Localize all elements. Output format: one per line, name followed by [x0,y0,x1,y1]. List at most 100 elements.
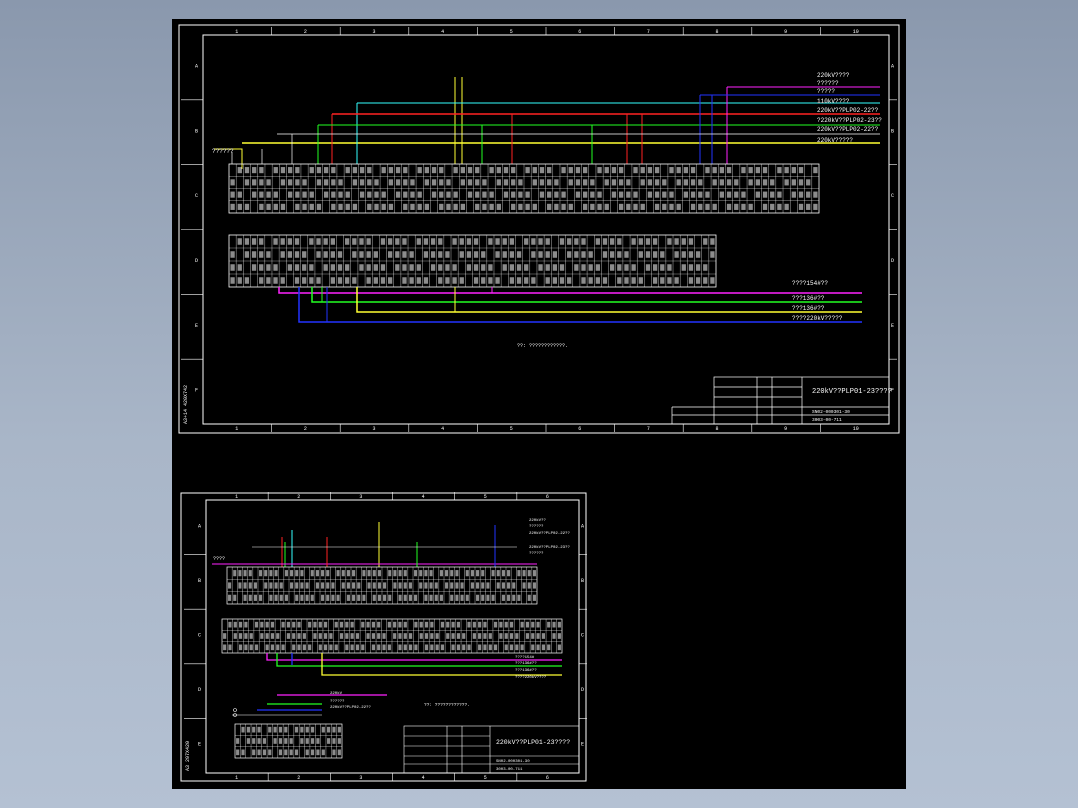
column-tick: 4 [422,494,425,500]
row-tick: C [891,193,894,199]
row-tick: B [581,578,584,584]
sheet2-title-block: 220kV??PLP01-23???? SN02-000301-30 3003-… [403,725,580,774]
bus-label: ????220kV???? [515,675,547,680]
legend-label: ?????? [529,525,544,529]
column-tick: 4 [422,775,425,781]
column-tick: 3 [373,29,376,35]
sheet1-title-block: 220kV??PLP01-23???? SN02-000301-30 3003-… [671,376,892,425]
sheet2-terminal-strip-small [234,723,343,759]
row-tick: A [891,63,894,69]
column-tick: 5 [510,29,513,35]
sheet1-side-label: A3+14 420X742 [183,385,189,424]
column-tick: 4 [441,426,444,432]
row-tick: E [198,742,201,748]
legend-label: ?????? [817,80,839,87]
legend-label: 220kV??PLP02-22?? [529,531,570,536]
bus-label: ???136#?? [515,662,537,666]
sheet1-legend: 220kV??????????????? 110kV???? 220kV??PLP0… [817,72,882,144]
column-tick: 3 [359,775,362,781]
sheet1-terminal-strip-upper [228,163,820,214]
sheet1-outer-frame [178,24,900,434]
sheet2-code1: SN02-000301-30 [496,760,530,764]
row-tick: F [195,388,198,394]
row-tick: D [195,258,198,264]
legend-label: ?????? [330,700,345,704]
bus-label: ????220kV????? [792,315,843,322]
column-tick: 6 [578,426,581,432]
column-tick: 9 [784,426,787,432]
sheet2-left-label: ???? [213,556,225,562]
column-tick: 1 [235,426,238,432]
sheet1-title: 220kV??PLP01-23???? [812,388,892,396]
sheet2-terminal-strip-lower [221,618,563,654]
legend-label: 220kV [330,691,343,696]
magenta-bus [278,287,862,294]
row-tick: A [581,523,584,529]
row-tick: C [195,193,198,199]
column-tick: 2 [304,29,307,35]
sheet1-code2: 3003-00-711 [812,417,842,423]
sheet1-inner-frame [202,34,890,425]
sheet2-small-legend-labels: 220kV??????220kV??PLP02-22?? [330,691,371,710]
column-tick: 2 [297,775,300,781]
legend-label: 220kV??PLP02-23?? [529,545,570,550]
bus-label: ???136#?? [792,305,825,312]
legend-label: ?220kV??PLP02-23?? [817,117,882,124]
green-bus [311,287,862,303]
legend-label: 220kV?? [529,518,546,523]
legend-label: ?????? [529,552,544,556]
column-tick: 8 [716,426,719,432]
row-tick: C [198,633,201,639]
bus-label: ???136#?? [515,669,537,673]
legend-label: 220kV????? [817,137,853,144]
row-tick: B [891,128,894,134]
row-tick: B [198,578,201,584]
column-tick: 3 [359,494,362,500]
column-tick: 1 [235,29,238,35]
sheet2-note: ??: ????????????. [424,702,470,708]
sheet1-wiring [214,77,880,169]
column-tick: 6 [546,494,549,500]
column-tick: 9 [784,29,787,35]
column-tick: 7 [647,29,650,35]
legend-label: 220kV??PLP02-22?? [330,705,371,710]
column-tick: 10 [853,29,859,35]
sheet2-title: 220kV??PLP01-23???? [496,739,570,746]
sheet1: 1122334455667788991010 A AB BC CD DE EF F A3+1… [178,24,900,434]
cad-viewport[interactable]: 1 1 2 2 3 3 4 4 5 5 6 6 7 7 8 8 9 9 10 10 AABBCCDDEEFF A3+1… [172,19,906,789]
column-tick: 5 [484,494,487,500]
column-tick: 1 [235,494,238,500]
legend-label: 110kV???? [817,98,850,105]
bus-label: ????154#?? [792,280,828,287]
column-tick: 2 [304,426,307,432]
sheet1-left-label: ?????? [212,148,234,155]
column-tick: 1 [235,775,238,781]
sheet1-bus-labels: ????154#?? ???136#?? ???136#?? ????220kV???… [792,280,843,322]
legend-label: 220kV??PLP02-22?? [817,126,879,133]
column-tick: 7 [647,426,650,432]
row-tick: E [195,323,198,329]
sheet2-code2: 3003-00-711 [496,768,523,772]
column-tick: 4 [441,29,444,35]
column-tick: 3 [373,426,376,432]
sheet1-bottom-buses [278,287,862,323]
sheet1-terminal-strip-lower [228,234,717,288]
column-tick: 2 [297,494,300,500]
column-tick: 6 [578,29,581,35]
row-tick: E [581,742,584,748]
row-tick: C [581,633,584,639]
column-tick: 10 [853,426,859,432]
sheet1-column-ticks: 1 1 2 2 3 3 4 4 5 5 6 6 7 7 8 8 9 9 10 10 [235,27,859,432]
column-tick: 6 [546,775,549,781]
row-tick: B [195,128,198,134]
bus-label: ????154# [515,656,535,660]
sheet1-note: ??: ????????????. [517,343,568,349]
cad-drawing: 1122334455667788991010 A AB BC CD DE EF F A3+1… [178,24,900,782]
row-tick: A [198,523,201,529]
column-tick: 8 [716,29,719,35]
sheet2-wiring [212,522,537,567]
legend-label: ????? [817,88,835,95]
sheet2-legend: 220kV???????? 220kV??PLP02-22?? 220kV??PLP… [529,518,570,556]
bus-label: ???136#?? [792,295,825,302]
column-tick: 5 [510,426,513,432]
